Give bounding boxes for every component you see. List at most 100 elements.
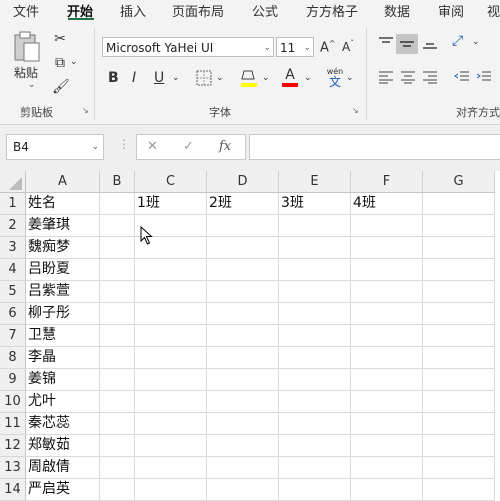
cell-A4[interactable]: 吕盼夏 <box>26 259 100 281</box>
row-header-10[interactable]: 10 <box>0 391 26 413</box>
cell-D5[interactable] <box>207 281 279 303</box>
phonetic-guide-icon[interactable]: wén 文 <box>326 68 344 89</box>
cell-G7[interactable] <box>423 325 495 347</box>
align-right-icon[interactable] <box>422 70 438 87</box>
align-bottom-icon[interactable] <box>422 36 438 53</box>
resize-handle-icon[interactable]: ⋮ <box>118 137 130 151</box>
cell-E4[interactable] <box>279 259 351 281</box>
cell-B8[interactable] <box>100 347 135 369</box>
row-header-8[interactable]: 8 <box>0 347 26 369</box>
row-header-2[interactable]: 2 <box>0 215 26 237</box>
font-size-combo[interactable]: 11 ⌄ <box>276 37 314 57</box>
cell-C10[interactable] <box>135 391 207 413</box>
cell-A13[interactable]: 周啟倩 <box>26 457 100 479</box>
increase-indent-icon[interactable] <box>476 70 492 87</box>
cell-D7[interactable] <box>207 325 279 347</box>
cell-A14[interactable]: 严启英 <box>26 479 100 501</box>
cell-C7[interactable] <box>135 325 207 347</box>
cell-G14[interactable] <box>423 479 495 501</box>
cell-B6[interactable] <box>100 303 135 325</box>
column-header-B[interactable]: B <box>100 171 135 193</box>
increase-font-size-icon[interactable]: A^ <box>320 40 336 55</box>
cell-C14[interactable] <box>135 479 207 501</box>
row-header-1[interactable]: 1 <box>0 193 26 215</box>
enter-icon[interactable]: ✓ <box>183 139 194 154</box>
cell-E14[interactable] <box>279 479 351 501</box>
italic-button[interactable]: I <box>132 71 136 85</box>
cell-E6[interactable] <box>279 303 351 325</box>
cell-G13[interactable] <box>423 457 495 479</box>
cancel-icon[interactable]: ✕ <box>147 139 158 154</box>
format-painter-icon[interactable]: 🖌 <box>52 80 70 94</box>
cell-D1[interactable]: 2班 <box>207 193 279 215</box>
cell-G12[interactable] <box>423 435 495 457</box>
align-top-icon[interactable] <box>378 36 394 53</box>
tab-fangfang[interactable]: 方方格子 <box>306 1 358 20</box>
cell-B10[interactable] <box>100 391 135 413</box>
name-box[interactable]: B4 ⌄ <box>6 134 104 160</box>
copy-icon[interactable]: ⧉ <box>52 56 68 70</box>
tab-page-layout[interactable]: 页面布局 <box>172 1 224 20</box>
cell-A5[interactable]: 吕紫萱 <box>26 281 100 303</box>
chevron-down-icon[interactable]: ⌄ <box>304 74 312 83</box>
cell-A8[interactable]: 李晶 <box>26 347 100 369</box>
insert-function-icon[interactable]: fx <box>219 139 231 154</box>
cell-C9[interactable] <box>135 369 207 391</box>
cell-A2[interactable]: 姜肇琪 <box>26 215 100 237</box>
cell-D8[interactable] <box>207 347 279 369</box>
cell-D4[interactable] <box>207 259 279 281</box>
chevron-down-icon[interactable]: ⌄ <box>172 74 180 83</box>
cell-D9[interactable] <box>207 369 279 391</box>
cell-A7[interactable]: 卫慧 <box>26 325 100 347</box>
row-header-4[interactable]: 4 <box>0 259 26 281</box>
row-header-9[interactable]: 9 <box>0 369 26 391</box>
cell-F1[interactable]: 4班 <box>351 193 423 215</box>
tab-view[interactable]: 视 <box>487 1 500 20</box>
font-color-icon[interactable]: A <box>282 68 298 87</box>
cell-B11[interactable] <box>100 413 135 435</box>
cell-B4[interactable] <box>100 259 135 281</box>
align-left-icon[interactable] <box>378 70 394 87</box>
cell-A10[interactable]: 尤叶 <box>26 391 100 413</box>
cell-A9[interactable]: 姜锦 <box>26 369 100 391</box>
cell-G1[interactable] <box>423 193 495 215</box>
chevron-down-icon[interactable]: ⌄ <box>91 135 99 159</box>
formula-input[interactable] <box>249 134 500 160</box>
underline-button[interactable]: U <box>154 71 164 85</box>
column-header-F[interactable]: F <box>351 171 423 193</box>
cell-E8[interactable] <box>279 347 351 369</box>
decrease-indent-icon[interactable] <box>454 70 470 87</box>
cell-D3[interactable] <box>207 237 279 259</box>
font-launcher-icon[interactable]: ↘ <box>352 106 359 115</box>
cell-F8[interactable] <box>351 347 423 369</box>
cell-G10[interactable] <box>423 391 495 413</box>
cell-B2[interactable] <box>100 215 135 237</box>
cell-C12[interactable] <box>135 435 207 457</box>
row-header-11[interactable]: 11 <box>0 413 26 435</box>
column-header-G[interactable]: G <box>423 171 495 193</box>
clipboard-launcher-icon[interactable]: ↘ <box>82 106 89 115</box>
borders-icon[interactable] <box>196 70 212 89</box>
cell-C8[interactable] <box>135 347 207 369</box>
cell-A3[interactable]: 魏痴梦 <box>26 237 100 259</box>
cell-F14[interactable] <box>351 479 423 501</box>
column-header-E[interactable]: E <box>279 171 351 193</box>
cell-F13[interactable] <box>351 457 423 479</box>
copy-dropdown-icon[interactable]: ⌄ <box>70 58 78 67</box>
cell-A1[interactable]: 姓名 <box>26 193 100 215</box>
cell-D2[interactable] <box>207 215 279 237</box>
select-all-corner[interactable] <box>0 171 26 193</box>
tab-data[interactable]: 数据 <box>384 1 410 20</box>
cell-B14[interactable] <box>100 479 135 501</box>
tab-insert[interactable]: 插入 <box>120 1 146 20</box>
row-header-13[interactable]: 13 <box>0 457 26 479</box>
cell-F7[interactable] <box>351 325 423 347</box>
cell-B1[interactable] <box>100 193 135 215</box>
cell-G4[interactable] <box>423 259 495 281</box>
cell-B3[interactable] <box>100 237 135 259</box>
column-header-C[interactable]: C <box>135 171 207 193</box>
chevron-down-icon[interactable]: ⌄ <box>263 38 271 56</box>
cell-D13[interactable] <box>207 457 279 479</box>
paste-dropdown-icon[interactable]: ⌄ <box>28 80 36 90</box>
cell-E1[interactable]: 3班 <box>279 193 351 215</box>
